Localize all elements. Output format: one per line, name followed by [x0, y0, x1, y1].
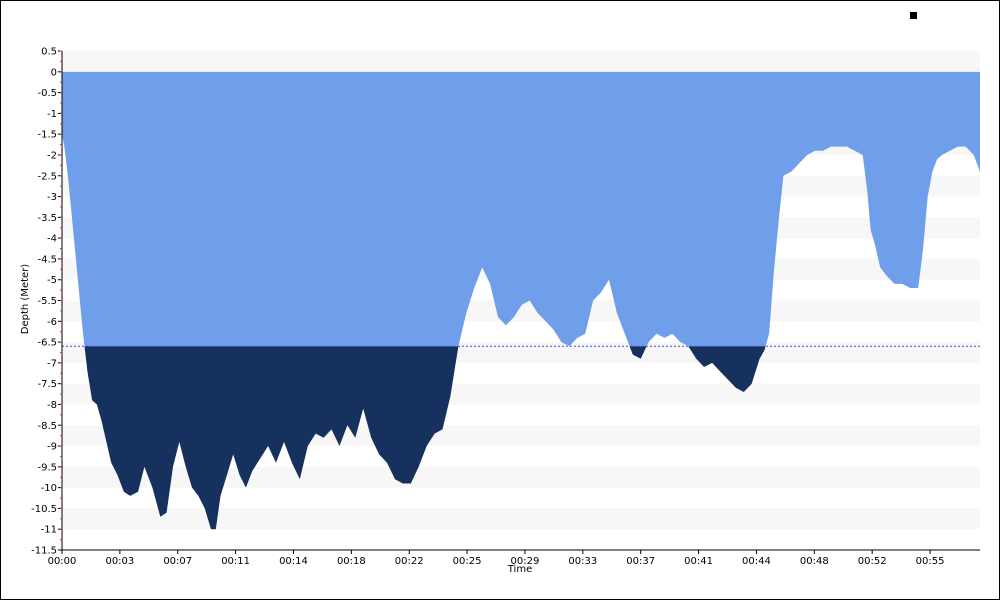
y-tick-label: -2.5 — [37, 171, 57, 182]
y-tick-label: -8.5 — [37, 421, 57, 432]
x-tick-label: 00:07 — [163, 556, 192, 567]
y-tick-label: -9 — [47, 442, 57, 453]
grid-band — [62, 508, 980, 530]
y-tick-label: -2 — [47, 150, 57, 161]
y-tick-label: -3.5 — [37, 213, 57, 224]
grid-band — [62, 51, 980, 72]
y-ticks: 0.5 0 -0.5 -1 -1.5 -2 -2.5 -3 -3.5 -4 -4.5 -5 -5.5 -6… — [31, 47, 62, 557]
x-tick-label: 00:14 — [279, 556, 308, 567]
x-tick-label: 00:44 — [742, 556, 771, 567]
legend-marker — [910, 12, 917, 19]
x-tick-label: 00:55 — [916, 556, 945, 567]
x-tick-label: 00:00 — [48, 556, 77, 567]
y-tick-label: -0.5 — [37, 88, 57, 99]
y-tick-label: -8 — [47, 400, 57, 411]
x-ticks: 00:00 00:03 00:07 00:11 00:14 00:18 00:22 00:25… — [48, 550, 945, 567]
y-tick-label: -1 — [47, 109, 57, 120]
y-tick-label: -4.5 — [37, 254, 57, 265]
x-tick-label: 00:22 — [395, 556, 424, 567]
y-tick-label: -9.5 — [37, 462, 57, 473]
y-tick-label: -5.5 — [37, 296, 57, 307]
x-tick-label: 00:41 — [684, 556, 713, 567]
y-tick-label: -11 — [41, 525, 57, 536]
y-tick-label: -1.5 — [37, 130, 57, 141]
y-tick-label: -5 — [47, 275, 57, 286]
y-tick-label: -3 — [47, 192, 57, 203]
x-tick-label: 00:33 — [568, 556, 597, 567]
x-axis-label: Time — [507, 564, 532, 575]
y-tick-label: -10.5 — [31, 504, 57, 515]
y-axis-label: Depth (Meter) — [20, 264, 31, 335]
x-tick-label: 00:37 — [626, 556, 655, 567]
x-tick-label: 00:25 — [453, 556, 482, 567]
y-tick-label: 0 — [51, 67, 57, 78]
y-tick-label: -6 — [47, 317, 57, 328]
y-tick-label: -10 — [41, 483, 57, 494]
y-tick-label: -6.5 — [37, 338, 57, 349]
y-tick-label: 0.5 — [41, 47, 57, 58]
x-tick-label: 00:11 — [221, 556, 250, 567]
y-tick-label: -11.5 — [31, 546, 57, 557]
x-tick-label: 00:03 — [105, 556, 134, 567]
x-tick-label: 00:48 — [800, 556, 829, 567]
y-tick-label: -7.5 — [37, 379, 57, 390]
x-tick-label: 00:52 — [858, 556, 887, 567]
y-tick-label: -7 — [47, 358, 57, 369]
depth-chart: 0.5 0 -0.5 -1 -1.5 -2 -2.5 -3 -3.5 -4 -4.5 -5 -5.5 -6… — [20, 12, 980, 575]
y-tick-label: -4 — [47, 234, 57, 245]
depth-areas — [62, 71, 980, 530]
chart-frame: 0.5 0 -0.5 -1 -1.5 -2 -2.5 -3 -3.5 -4 -4.5 -5 -5.5 -6… — [0, 0, 1000, 600]
x-tick-label: 00:18 — [337, 556, 366, 567]
